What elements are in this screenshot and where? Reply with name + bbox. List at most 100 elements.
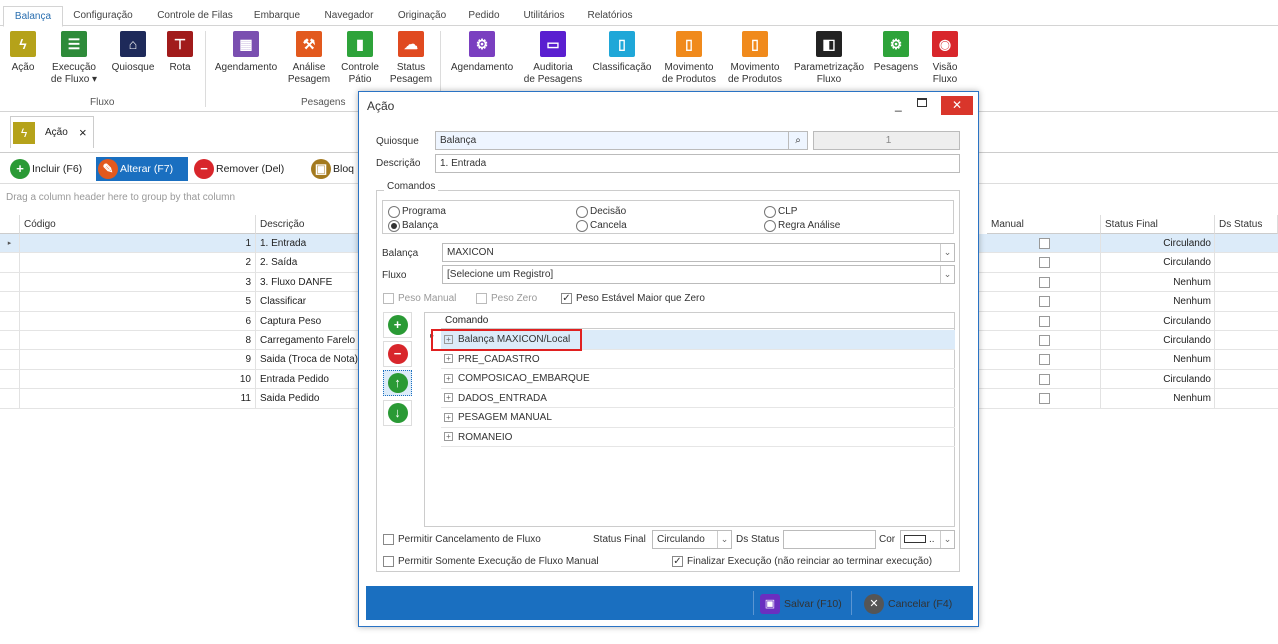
analise-pesagem-button[interactable]: ⚒ Análise Pesagem xyxy=(286,31,332,86)
row-indicator xyxy=(0,272,20,292)
maximize-icon[interactable] xyxy=(917,98,927,107)
acao-button[interactable]: ϟ Ação xyxy=(6,31,40,74)
manual-checkbox[interactable] xyxy=(1039,354,1050,366)
comando-column-header[interactable]: Comando xyxy=(441,313,955,329)
salvar-button[interactable]: ▣ Salvar (F10) xyxy=(760,594,842,614)
rota-button[interactable]: ⊤ Rota xyxy=(164,31,196,74)
remover-button[interactable]: − Remover (Del) xyxy=(192,157,296,181)
permitir-somente-manual-checkbox[interactable]: Permitir Somente Execução de Fluxo Manua… xyxy=(383,556,599,568)
fluxo-label: Fluxo xyxy=(382,270,407,281)
cloud-upload-icon: ☁ xyxy=(398,31,424,57)
expand-icon[interactable]: + xyxy=(444,412,453,422)
command-row[interactable]: + COMPOSICAO_EMBARQUE xyxy=(441,369,955,389)
movimento-produtos-1-button[interactable]: ▯ Movimento de Produtos xyxy=(660,31,718,86)
radio-clp[interactable]: CLP xyxy=(764,206,797,218)
quiosque-button[interactable]: ⌂ Quiosque xyxy=(108,31,158,74)
column-header-codigo[interactable]: Código xyxy=(20,215,256,234)
radio-programa[interactable]: Programa xyxy=(388,206,446,218)
manual-checkbox[interactable] xyxy=(1039,315,1050,327)
row-indicator xyxy=(0,292,20,312)
expand-icon[interactable]: + xyxy=(444,393,453,403)
cell-manual xyxy=(987,234,1101,253)
expand-icon[interactable]: + xyxy=(444,432,453,442)
row-indicator xyxy=(0,253,20,273)
column-header-ds-status[interactable]: Ds Status xyxy=(1215,215,1278,234)
radio-balanca[interactable]: Balança xyxy=(388,220,438,232)
quiosque-field[interactable]: Balança xyxy=(435,131,808,150)
close-icon[interactable]: ✕ xyxy=(941,96,973,115)
status-pesagem-button[interactable]: ☁ Status Pesagem xyxy=(388,31,434,86)
tab-relatorios[interactable]: Relatórios xyxy=(581,6,639,27)
agendamento-button[interactable]: ▦ Agendamento xyxy=(212,31,280,74)
fluxo-select[interactable]: [Selecione um Registro] ⌄ xyxy=(442,265,955,284)
manual-checkbox[interactable] xyxy=(1039,257,1050,269)
execucao-fluxo-button[interactable]: ☰ Execução de Fluxo ▾ xyxy=(47,31,101,86)
remove-command-button[interactable]: − xyxy=(383,341,412,367)
expand-icon[interactable]: + xyxy=(444,373,453,383)
expand-icon[interactable]: + xyxy=(444,354,453,364)
finalizar-execucao-checkbox[interactable]: ✓ Finalizar Execução (não reinciar ao ter… xyxy=(672,556,932,568)
agendamento-2-button[interactable]: ⚙ Agendamento xyxy=(446,31,518,74)
save-icon: ▣ xyxy=(760,594,780,614)
minimize-icon[interactable]: _ xyxy=(895,98,902,112)
command-row[interactable]: + PESAGEM MANUAL xyxy=(441,408,955,428)
cell-codigo: 8 xyxy=(20,331,256,350)
tab-controle-filas[interactable]: Controle de Filas xyxy=(150,6,240,27)
manual-checkbox[interactable] xyxy=(1039,335,1050,346)
manual-checkbox[interactable] xyxy=(1039,393,1050,405)
row-indicator xyxy=(0,331,20,350)
peso-manual-checkbox[interactable]: Peso Manual xyxy=(383,293,456,305)
add-command-button[interactable]: + xyxy=(383,312,412,338)
radio-decisao[interactable]: Decisão xyxy=(576,206,626,218)
status-final-select[interactable]: Circulando ⌄ xyxy=(652,530,732,549)
alterar-button[interactable]: ✎ Alterar (F7) xyxy=(96,157,188,181)
radio-regra-analise[interactable]: Regra Análise xyxy=(764,220,840,232)
balanca-select[interactable]: MAXICON ⌄ xyxy=(442,243,955,262)
cancelar-button[interactable]: ✕ Cancelar (F4) xyxy=(864,594,952,614)
move-down-button[interactable]: ↓ xyxy=(383,400,412,426)
permitir-cancelamento-checkbox[interactable]: Permitir Cancelamento de Fluxo xyxy=(383,534,541,546)
tab-navegador[interactable]: Navegador xyxy=(316,6,382,27)
manual-checkbox[interactable] xyxy=(1039,276,1050,288)
column-header-status-final[interactable]: Status Final xyxy=(1101,215,1215,234)
parametrizacao-fluxo-button[interactable]: ◧ Parametrização Fluxo xyxy=(790,31,868,86)
peso-estavel-checkbox[interactable]: ✓ Peso Estável Maior que Zero xyxy=(561,293,705,305)
movimento-produtos-2-button[interactable]: ▯ Movimento de Produtos xyxy=(726,31,784,86)
row-indicator xyxy=(0,311,20,331)
radio-cancela[interactable]: Cancela xyxy=(576,220,627,232)
close-icon[interactable]: × xyxy=(79,125,87,140)
descricao-field[interactable]: 1. Entrada xyxy=(435,154,960,173)
visao-fluxo-button[interactable]: ◉ Visão Fluxo xyxy=(926,31,964,86)
tab-pedido[interactable]: Pedido xyxy=(462,6,506,27)
cell-ds-status xyxy=(1215,331,1278,350)
manual-checkbox[interactable] xyxy=(1039,296,1050,308)
controle-patio-button[interactable]: ▮ Controle Pátio xyxy=(338,31,382,86)
move-up-button[interactable]: ↑ xyxy=(383,370,412,396)
tab-balanca[interactable]: Balança xyxy=(3,6,63,27)
ds-status-field[interactable] xyxy=(783,530,876,549)
search-icon[interactable]: ⌕ xyxy=(788,131,808,150)
tab-originacao[interactable]: Originação xyxy=(391,6,453,27)
cor-label: Cor xyxy=(879,534,896,545)
command-row[interactable]: + PRE_CADASTRO xyxy=(441,350,955,369)
tab-embarque[interactable]: Embarque xyxy=(248,6,306,27)
column-header-descricao[interactable]: Descrição xyxy=(256,215,360,234)
pesagens-button[interactable]: ⚙ Pesagens xyxy=(870,31,922,74)
bloquear-button[interactable]: ▣ Bloq xyxy=(309,157,361,181)
classificacao-button[interactable]: ▯ Classificação xyxy=(590,31,654,74)
peso-zero-checkbox[interactable]: Peso Zero xyxy=(476,293,537,305)
auditoria-pesagens-button[interactable]: ▭ Auditoria de Pesagens xyxy=(522,31,584,86)
cor-picker[interactable]: .. ⌄ xyxy=(900,530,955,549)
manual-checkbox[interactable] xyxy=(1039,238,1050,249)
document-tab-acao[interactable]: ϟ Ação × xyxy=(10,116,94,148)
manual-checkbox[interactable] xyxy=(1039,373,1050,385)
document-tab-label: Ação xyxy=(45,127,68,138)
column-header-manual[interactable]: Manual xyxy=(987,215,1101,234)
incluir-button[interactable]: + Incluir (F6) xyxy=(8,157,92,181)
selected-command-highlight xyxy=(431,329,582,351)
command-row[interactable]: + DADOS_ENTRADA xyxy=(441,389,955,408)
row-indicator xyxy=(0,350,20,370)
tab-utilitarios[interactable]: Utilitários xyxy=(516,6,572,27)
command-row[interactable]: + ROMANEIO xyxy=(441,428,955,447)
tab-configuracao[interactable]: Configuração xyxy=(66,6,140,27)
